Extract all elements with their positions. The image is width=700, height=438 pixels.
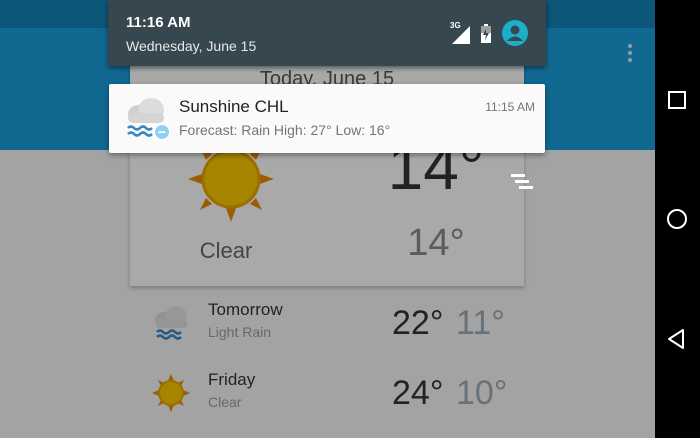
user-avatar-icon[interactable]: [502, 20, 528, 46]
status-time: 11:16 AM: [126, 14, 191, 31]
notification-card[interactable]: Sunshine CHL Forecast: Rain High: 27° Lo…: [109, 84, 545, 153]
notification-time: 11:15 AM: [485, 100, 535, 114]
notification-title: Sunshine CHL: [179, 97, 289, 116]
status-date[interactable]: Wednesday, June 15: [126, 38, 256, 54]
battery-icon: [481, 24, 491, 43]
notification-shade-header[interactable]: 11:16 AM Wednesday, June 15 3G: [108, 0, 546, 66]
navigation-bar: [655, 0, 700, 438]
clear-all-icon[interactable]: [507, 172, 537, 194]
status-icons: 3G: [450, 20, 530, 46]
signal-icon: [452, 26, 470, 44]
notification-text: Forecast: Rain High: 27° Low: 16°: [179, 122, 391, 138]
rain-cloud-icon: [127, 98, 171, 141]
home-button[interactable]: [665, 207, 689, 231]
recents-button[interactable]: [665, 88, 689, 112]
back-button[interactable]: [665, 327, 689, 351]
